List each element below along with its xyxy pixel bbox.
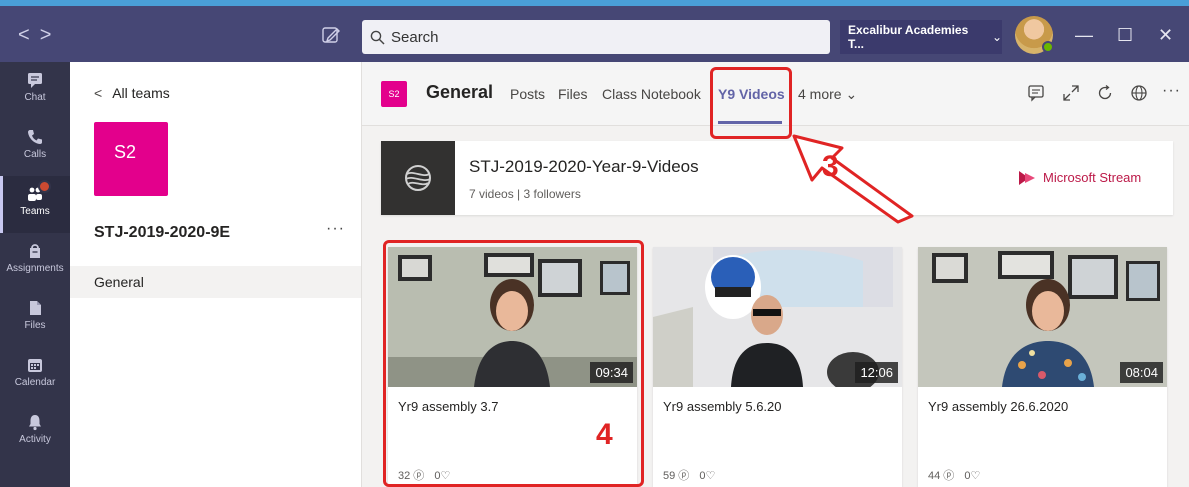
- stream-channel-stats: 7 videos | 3 followers: [469, 187, 581, 201]
- minimize-button[interactable]: —: [1075, 26, 1093, 44]
- all-teams-label: All teams: [112, 85, 170, 101]
- tab-more-label: 4 more: [798, 86, 842, 102]
- search-icon: [370, 30, 385, 45]
- mention-badge: [38, 180, 51, 193]
- chevron-down-icon: ⌄: [991, 30, 1002, 44]
- search-input[interactable]: Search: [362, 20, 830, 54]
- video-card[interactable]: 12:06 Yr9 assembly 5.6.20 59 ⓟ 0♡: [653, 247, 902, 487]
- refresh-icon[interactable]: [1096, 84, 1114, 102]
- view-count: 44 ⓟ: [928, 467, 954, 483]
- like-count[interactable]: 0♡: [964, 469, 980, 482]
- channel-label: General: [94, 274, 144, 290]
- tab-class-notebook[interactable]: Class Notebook: [602, 86, 701, 102]
- rail-label: Calendar: [14, 377, 56, 388]
- stream-channel-banner[interactable]: STJ-2019-2020-Year-9-Videos 7 videos | 3…: [381, 141, 1173, 215]
- bell-icon: [29, 415, 41, 431]
- org-name: Excalibur Academies T...: [848, 23, 969, 51]
- video-stats: 44 ⓟ 0♡: [928, 467, 980, 483]
- tab-posts[interactable]: Posts: [510, 86, 545, 102]
- title-bar: <> Search Excalibur Academies T... ⌄ — ☐…: [0, 0, 1189, 62]
- rail-label: Assignments: [6, 263, 64, 274]
- rail-label: Activity: [19, 434, 51, 445]
- files-icon: [30, 301, 41, 315]
- heart-icon: ♡: [970, 469, 981, 482]
- rail-item-calendar[interactable]: Calendar: [0, 347, 70, 404]
- stream-channel-logo: [381, 141, 455, 215]
- expand-icon[interactable]: [1062, 84, 1080, 102]
- play-icon: ⓟ: [675, 470, 690, 482]
- rail-item-teams[interactable]: Teams: [0, 176, 70, 233]
- org-switcher[interactable]: Excalibur Academies T... ⌄: [840, 20, 1002, 54]
- globe-icon[interactable]: [1130, 84, 1148, 102]
- search-placeholder: Search: [391, 28, 439, 46]
- rail-item-activity[interactable]: Activity: [0, 404, 70, 461]
- chevron-down-icon: ⌄: [845, 86, 858, 102]
- rail-item-calls[interactable]: Calls: [0, 119, 70, 176]
- stream-channel-icon: [405, 165, 431, 191]
- channel-title: General: [426, 82, 494, 102]
- video-duration: 08:04: [1120, 362, 1163, 383]
- forward-arrow-icon[interactable]: >: [40, 24, 62, 46]
- tab-more[interactable]: 4 more ⌄: [798, 86, 857, 103]
- team-panel: < All teams S2 STJ-2019-2020-9E ··· Gener…: [70, 62, 362, 487]
- video-stats: 59 ⓟ 0♡: [663, 467, 715, 483]
- video-thumbnail[interactable]: 12:06: [653, 247, 902, 387]
- view-count-value: 59: [663, 470, 676, 482]
- channel-item-general[interactable]: General: [70, 266, 361, 298]
- chat-icon: [28, 73, 42, 88]
- annotation-arrow-icon: [792, 134, 914, 224]
- video-card[interactable]: 08:04 Yr9 assembly 26.6.2020 44 ⓟ 0♡: [918, 247, 1167, 487]
- team-avatar: S2: [94, 122, 168, 196]
- rail-label: Teams: [20, 206, 50, 217]
- conversation-icon[interactable]: [1027, 84, 1045, 102]
- phone-icon: [28, 130, 42, 144]
- team-more-options-icon[interactable]: ···: [326, 220, 345, 238]
- view-count-value: 44: [928, 470, 941, 482]
- like-count[interactable]: 0♡: [699, 469, 715, 482]
- tab-files[interactable]: Files: [558, 86, 588, 102]
- tab-more-options-icon[interactable]: ···: [1162, 82, 1181, 100]
- compose-icon[interactable]: [322, 26, 340, 44]
- presence-available-icon: [1042, 41, 1054, 53]
- team-name: STJ-2019-2020-9E: [94, 224, 231, 241]
- rail-item-chat[interactable]: Chat: [0, 62, 70, 119]
- rail-item-files[interactable]: Files: [0, 290, 70, 347]
- annotation-step-4: 4: [596, 418, 613, 451]
- rail-label: Chat: [24, 92, 46, 103]
- app-rail: Chat Calls Teams Assignments Files Calen…: [0, 62, 70, 487]
- play-icon: ⓟ: [940, 470, 955, 482]
- assignments-icon: [30, 244, 40, 258]
- microsoft-stream-logo-icon: [1019, 170, 1035, 185]
- rail-label: Files: [24, 320, 46, 331]
- channel-team-chip: S2: [381, 81, 407, 107]
- video-title[interactable]: Yr9 assembly 5.6.20: [663, 399, 782, 414]
- heart-icon: ♡: [705, 469, 716, 482]
- microsoft-stream-label: Microsoft Stream: [1043, 170, 1142, 185]
- history-nav[interactable]: <>: [18, 24, 61, 47]
- microsoft-stream-link[interactable]: Microsoft Stream: [1019, 170, 1141, 185]
- avatar[interactable]: [1015, 16, 1054, 54]
- video-title[interactable]: Yr9 assembly 26.6.2020: [928, 399, 1068, 414]
- rail-item-assignments[interactable]: Assignments: [0, 233, 70, 290]
- video-duration: 12:06: [855, 362, 898, 383]
- video-thumbnail[interactable]: 08:04: [918, 247, 1167, 387]
- all-teams-link[interactable]: < All teams: [94, 85, 170, 101]
- maximize-button[interactable]: ☐: [1117, 26, 1133, 44]
- view-count: 59 ⓟ: [663, 467, 689, 483]
- close-button[interactable]: ✕: [1158, 26, 1173, 44]
- rail-label: Calls: [23, 149, 47, 160]
- annotation-step-3: 3: [822, 150, 839, 183]
- chevron-left-icon: <: [94, 85, 103, 101]
- calendar-icon: [28, 359, 42, 372]
- back-arrow-icon[interactable]: <: [18, 24, 40, 46]
- stream-channel-title: STJ-2019-2020-Year-9-Videos: [469, 157, 699, 176]
